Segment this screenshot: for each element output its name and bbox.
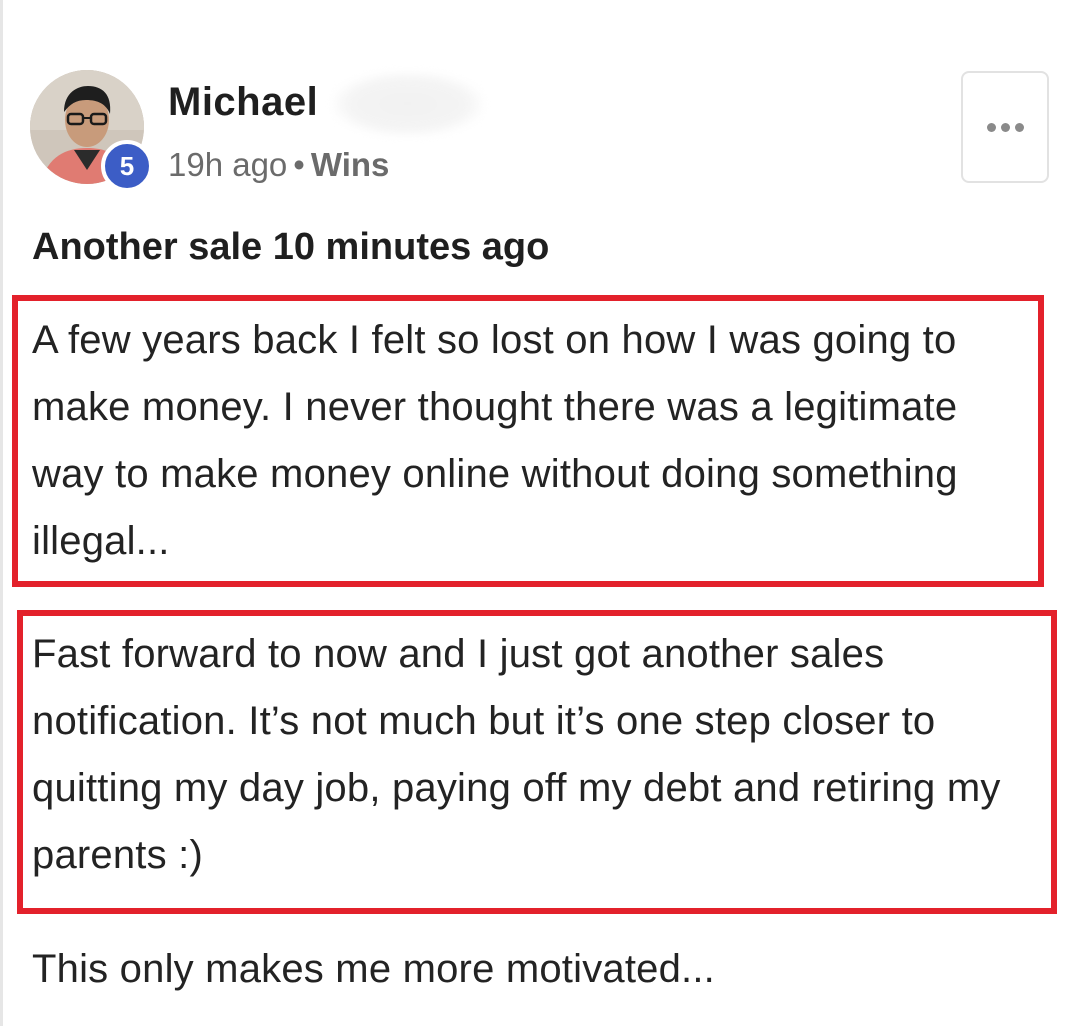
post-paragraph-3: This only makes me more motivated... — [32, 947, 715, 991]
level-badge-number: 5 — [119, 150, 135, 181]
post-title: Another sale 10 minutes ago — [32, 226, 550, 268]
highlight-box-2 — [17, 610, 1057, 914]
highlight-box-1 — [12, 295, 1044, 587]
post-category[interactable]: Wins — [311, 146, 390, 183]
more-horizontal-icon — [1000, 122, 1010, 132]
more-horizontal-icon — [986, 122, 996, 132]
more-horizontal-icon — [1014, 122, 1024, 132]
post-meta: 19h ago • Wins — [168, 146, 389, 184]
left-divider — [0, 0, 3, 1026]
author-name[interactable]: Michael — [168, 80, 318, 125]
more-options-button[interactable] — [961, 71, 1049, 183]
meta-separator: • — [293, 146, 305, 183]
post-timestamp: 19h ago — [168, 146, 288, 183]
level-badge: 5 — [101, 140, 153, 192]
name-redaction-blur — [333, 72, 483, 136]
